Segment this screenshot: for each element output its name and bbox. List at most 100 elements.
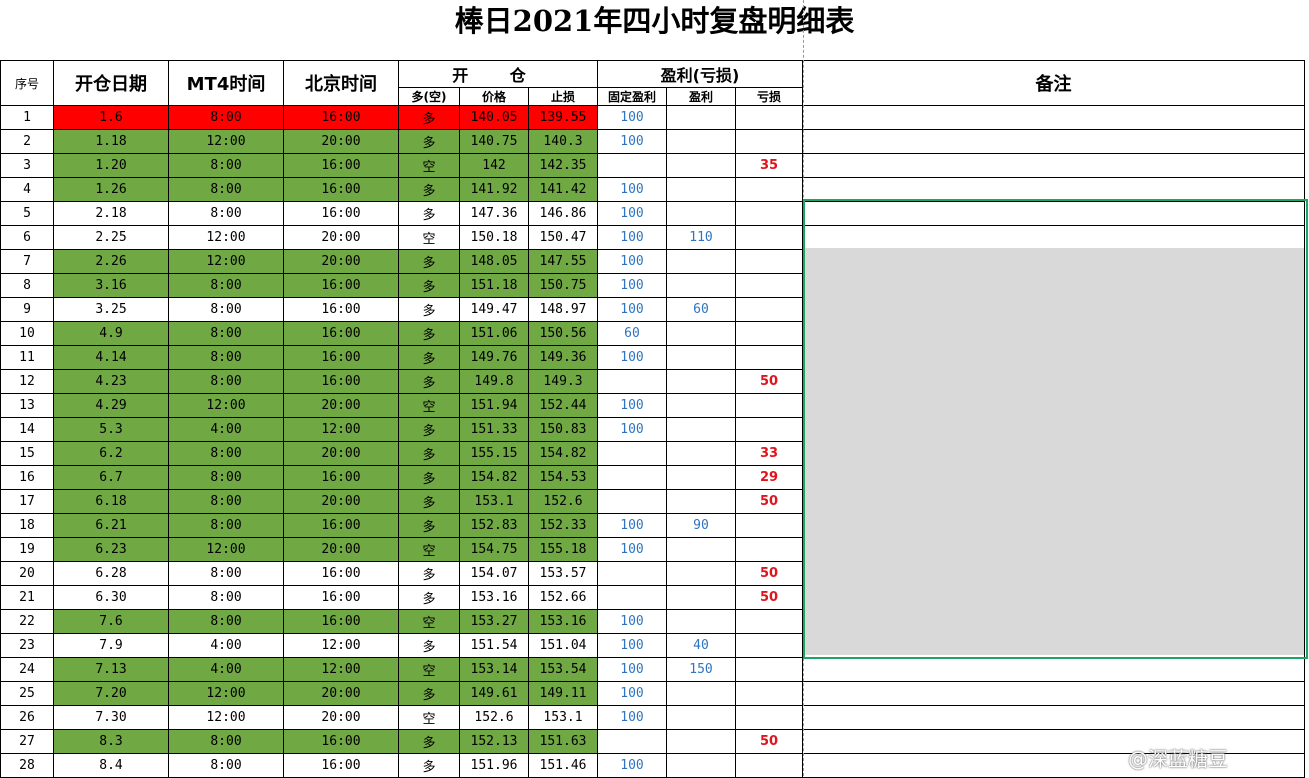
cell-note[interactable] [802,753,1305,778]
cell-stop[interactable]: 142.35 [528,153,598,178]
cell-mt4[interactable]: 12:00 [168,393,284,418]
cell-price[interactable]: 153.27 [459,609,529,634]
header-price[interactable]: 价格 [459,87,529,106]
cell-loss[interactable] [735,321,803,346]
cell-price[interactable]: 153.1 [459,489,529,514]
cell-beijing[interactable]: 16:00 [283,345,399,370]
cell-beijing[interactable]: 16:00 [283,153,399,178]
cell-seq[interactable]: 22 [0,609,54,634]
cell-fixed-profit[interactable] [597,369,667,394]
cell-direction[interactable]: 多 [398,441,460,466]
cell-stop[interactable]: 151.46 [528,753,598,778]
cell-loss[interactable] [735,345,803,370]
cell-direction[interactable]: 多 [398,369,460,394]
cell-beijing[interactable]: 20:00 [283,129,399,154]
cell-date[interactable]: 6.21 [53,513,169,538]
header-open-date[interactable]: 开仓日期 [53,60,169,106]
cell-direction[interactable]: 多 [398,417,460,442]
cell-mt4[interactable]: 12:00 [168,249,284,274]
header-note[interactable]: 备注 [802,60,1305,106]
cell-beijing[interactable]: 20:00 [283,249,399,274]
cell-seq[interactable]: 28 [0,753,54,778]
cell-beijing[interactable]: 20:00 [283,681,399,706]
cell-direction[interactable]: 多 [398,561,460,586]
cell-mt4[interactable]: 8:00 [168,729,284,754]
cell-loss[interactable] [735,129,803,154]
cell-direction[interactable]: 多 [398,729,460,754]
cell-seq[interactable]: 17 [0,489,54,514]
cell-loss[interactable] [735,681,803,706]
cell-fixed-profit[interactable]: 100 [597,513,667,538]
cell-stop[interactable]: 153.54 [528,657,598,682]
cell-price[interactable]: 142 [459,153,529,178]
blank-row[interactable] [0,42,1309,60]
cell-direction[interactable]: 多 [398,273,460,298]
cell-profit[interactable] [666,153,736,178]
cell-direction[interactable]: 空 [398,225,460,250]
cell-profit[interactable] [666,489,736,514]
cell-date[interactable]: 7.9 [53,633,169,658]
cell-loss[interactable] [735,297,803,322]
cell-direction[interactable]: 多 [398,753,460,778]
cell-beijing[interactable]: 20:00 [283,225,399,250]
cell-profit[interactable] [666,609,736,634]
cell-price[interactable]: 149.61 [459,681,529,706]
cell-mt4[interactable]: 8:00 [168,345,284,370]
cell-profit[interactable]: 150 [666,657,736,682]
cell-note[interactable] [802,249,1305,274]
cell-profit[interactable] [666,561,736,586]
cell-note[interactable] [802,297,1305,322]
cell-date[interactable]: 2.25 [53,225,169,250]
cell-beijing[interactable]: 16:00 [283,273,399,298]
cell-price[interactable]: 149.47 [459,297,529,322]
cell-seq[interactable]: 15 [0,441,54,466]
cell-mt4[interactable]: 4:00 [168,417,284,442]
cell-beijing[interactable]: 16:00 [283,585,399,610]
cell-mt4[interactable]: 8:00 [168,513,284,538]
cell-stop[interactable]: 151.63 [528,729,598,754]
cell-loss[interactable] [735,609,803,634]
sheet-title[interactable]: 棒日2021年四小时复盘明细表 [0,0,1309,42]
cell-beijing[interactable]: 20:00 [283,537,399,562]
cell-date[interactable]: 6.7 [53,465,169,490]
cell-date[interactable]: 3.16 [53,273,169,298]
cell-mt4[interactable]: 12:00 [168,681,284,706]
cell-note[interactable] [802,225,1305,250]
cell-note[interactable] [802,633,1305,658]
cell-mt4[interactable]: 8:00 [168,489,284,514]
cell-beijing[interactable]: 16:00 [283,177,399,202]
cell-profit[interactable] [666,705,736,730]
cell-direction[interactable]: 空 [398,609,460,634]
cell-price[interactable]: 153.16 [459,585,529,610]
cell-direction[interactable]: 空 [398,705,460,730]
cell-seq[interactable]: 24 [0,657,54,682]
cell-profit[interactable] [666,321,736,346]
cell-fixed-profit[interactable]: 100 [597,681,667,706]
cell-direction[interactable]: 多 [398,681,460,706]
cell-fixed-profit[interactable]: 100 [597,753,667,778]
cell-loss[interactable] [735,249,803,274]
cell-stop[interactable]: 140.3 [528,129,598,154]
cell-profit[interactable] [666,585,736,610]
cell-beijing[interactable]: 16:00 [283,513,399,538]
cell-date[interactable]: 1.6 [53,105,169,130]
cell-note[interactable] [802,705,1305,730]
cell-mt4[interactable]: 8:00 [168,369,284,394]
cell-profit[interactable]: 90 [666,513,736,538]
cell-note[interactable] [802,489,1305,514]
cell-date[interactable]: 6.30 [53,585,169,610]
cell-stop[interactable]: 153.1 [528,705,598,730]
cell-loss[interactable]: 50 [735,369,803,394]
cell-profit[interactable] [666,729,736,754]
cell-direction[interactable]: 多 [398,465,460,490]
cell-price[interactable]: 148.05 [459,249,529,274]
cell-seq[interactable]: 5 [0,201,54,226]
cell-seq[interactable]: 14 [0,417,54,442]
cell-fixed-profit[interactable]: 100 [597,201,667,226]
cell-direction[interactable]: 多 [398,105,460,130]
cell-mt4[interactable]: 8:00 [168,177,284,202]
cell-price[interactable]: 155.15 [459,441,529,466]
cell-seq[interactable]: 8 [0,273,54,298]
cell-stop[interactable]: 154.82 [528,441,598,466]
cell-profit[interactable]: 60 [666,297,736,322]
